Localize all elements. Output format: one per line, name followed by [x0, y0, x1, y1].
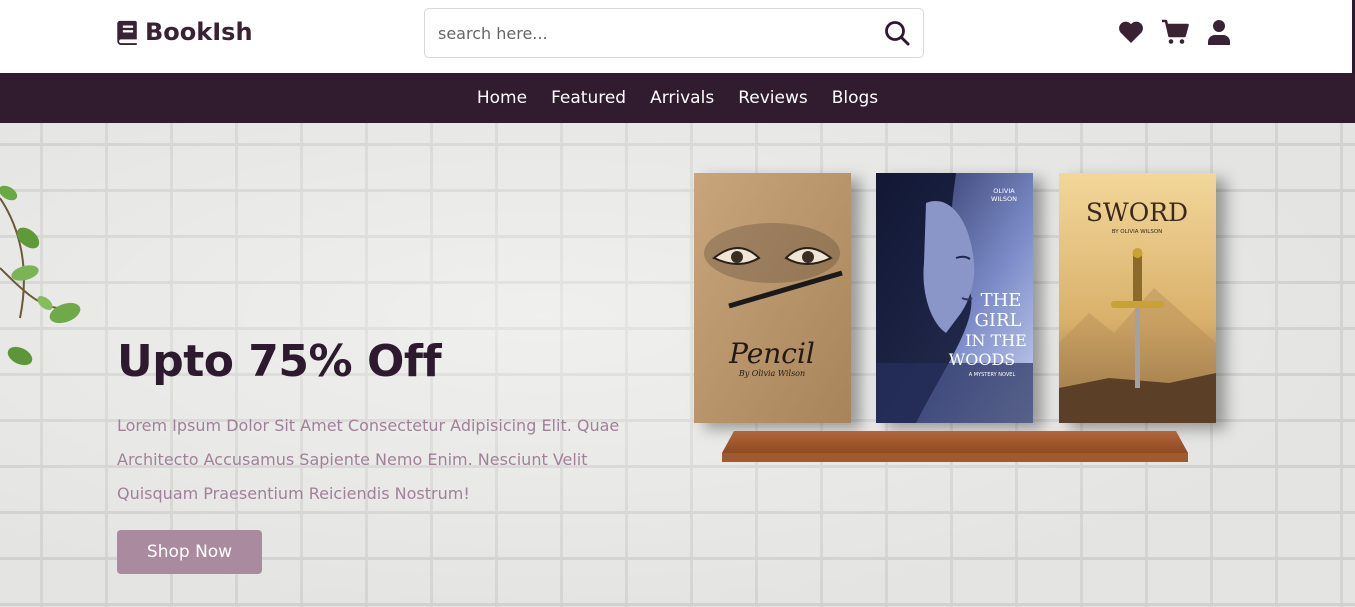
- top-header: BookIsh: [0, 0, 1355, 73]
- book-icon: [117, 20, 137, 45]
- nav-arrivals[interactable]: Arrivals: [650, 88, 714, 108]
- book-cover-sword[interactable]: SWORD BY OLIVIA WILSON: [1059, 173, 1216, 423]
- book-title: Pencil: [728, 337, 815, 370]
- nav-home[interactable]: Home: [477, 88, 527, 108]
- heart-icon: [1119, 21, 1143, 43]
- user-icon: [1208, 20, 1230, 45]
- book-title: SWORD: [1086, 198, 1188, 227]
- search-icon: [885, 21, 910, 46]
- plant-decoration: [0, 185, 81, 366]
- book-title-line-4: WOODS: [949, 350, 1015, 369]
- hero-description: Lorem Ipsum Dolor Sit Amet Consectetur A…: [117, 416, 620, 503]
- nav-blogs[interactable]: Blogs: [832, 88, 878, 108]
- nav-featured[interactable]: Featured: [551, 88, 626, 108]
- book-cover-girl-in-the-woods[interactable]: OLIVIA WILSON THE GIRL IN THE WOODS A MY…: [876, 173, 1033, 423]
- search-input[interactable]: [425, 9, 871, 57]
- main-nav: Home Featured Arrivals Reviews Blogs: [0, 73, 1355, 123]
- nav-reviews[interactable]: Reviews: [738, 88, 808, 108]
- wooden-shelf: [722, 431, 1188, 462]
- book-subtitle: A MYSTERY NOVEL: [969, 372, 1016, 378]
- book-author-first: OLIVIA: [993, 187, 1015, 195]
- book-author: By Olivia Wilson: [738, 369, 805, 378]
- cart-button[interactable]: [1161, 18, 1189, 46]
- shop-now-button[interactable]: Shop Now: [117, 530, 262, 574]
- search-bar: [424, 8, 924, 58]
- book-cover-pencil[interactable]: Pencil By Olivia Wilson: [694, 173, 851, 423]
- book-author: BY OLIVIA WILSON: [1112, 229, 1163, 235]
- book-title-line-1: THE: [981, 290, 1022, 311]
- book-title-line-2: GIRL: [975, 310, 1022, 331]
- logo[interactable]: BookIsh: [116, 17, 253, 47]
- search-button[interactable]: [871, 9, 923, 57]
- logo-text: BookIsh: [145, 18, 253, 46]
- hero-headline: Upto 75% Off: [117, 336, 442, 387]
- account-button[interactable]: [1205, 18, 1233, 46]
- book-title-line-3: IN THE: [965, 331, 1027, 350]
- header-icons: [1117, 18, 1233, 46]
- hero-section: Upto 75% Off Lorem Ipsum Dolor Sit Amet …: [0, 123, 1355, 607]
- wishlist-button[interactable]: [1117, 18, 1145, 46]
- book-author-last: WILSON: [991, 195, 1017, 203]
- cart-icon: [1162, 19, 1189, 44]
